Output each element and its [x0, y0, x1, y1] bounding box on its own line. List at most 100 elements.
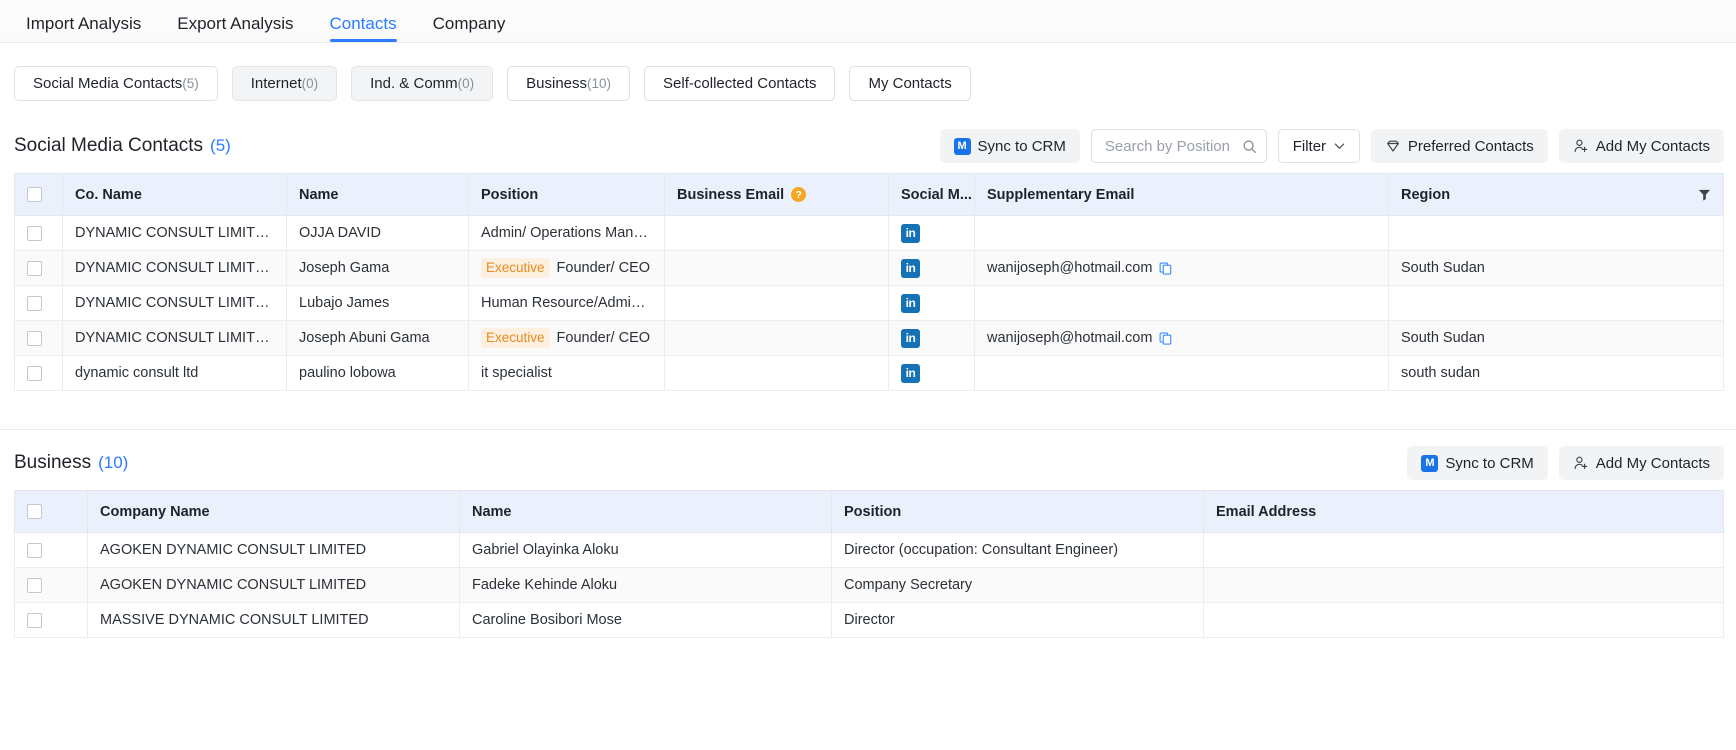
table-row[interactable]: DYNAMIC CONSULT LIMITED Joseph Abuni Gam…	[14, 320, 1724, 356]
cell-name: Fadeke Kehinde Aloku	[459, 567, 832, 603]
chip-label: Internet	[250, 75, 302, 92]
cell-supplementary-email	[974, 215, 1389, 251]
business-sync-to-crm-button[interactable]: M Sync to CRM	[1407, 446, 1548, 480]
chip-label: Business	[526, 75, 588, 92]
row-select-cell	[14, 320, 63, 356]
position-text: Founder/ CEO	[556, 330, 651, 346]
cell-company: AGOKEN DYNAMIC CONSULT LIMITED	[87, 532, 460, 568]
email-text: wanijoseph@hotmail.com	[987, 330, 1153, 346]
table-row[interactable]: DYNAMIC CONSULT LIMITED Joseph Gama Exec…	[14, 250, 1724, 286]
nav-item-contacts[interactable]: Contacts	[312, 15, 415, 42]
table-row[interactable]: MASSIVE DYNAMIC CONSULT LIMITED Caroline…	[14, 602, 1724, 638]
nav-label: Contacts	[329, 14, 397, 33]
cell-position: it specialist	[468, 355, 665, 391]
cell-social: in	[888, 355, 975, 391]
cell-position: Company Secretary	[831, 567, 1204, 603]
table-row[interactable]: dynamic consult ltd paulino lobowa it sp…	[14, 355, 1724, 391]
chip-internet[interactable]: Internet (0)	[231, 66, 338, 101]
table-row[interactable]: DYNAMIC CONSULT LIMITED OJJA DAVID Admin…	[14, 215, 1724, 251]
select-all-checkbox[interactable]	[27, 504, 42, 520]
chip-count: (0)	[457, 76, 475, 91]
select-all-checkbox[interactable]	[27, 187, 42, 203]
cell-email	[1203, 567, 1724, 603]
preferred-contacts-button[interactable]: Preferred Contacts	[1370, 129, 1548, 163]
table-row[interactable]: AGOKEN DYNAMIC CONSULT LIMITED Fadeke Ke…	[14, 567, 1724, 603]
cell-business-email	[664, 250, 889, 286]
filter-dropdown[interactable]: Filter	[1277, 129, 1360, 163]
position-search-box[interactable]	[1090, 129, 1267, 163]
linkedin-icon[interactable]: in	[901, 223, 920, 243]
chip-my-contacts[interactable]: My Contacts	[849, 66, 971, 101]
social-sync-to-crm-button[interactable]: M Sync to CRM	[939, 129, 1080, 163]
col-label: Name	[472, 503, 512, 520]
social-section-title: Social Media Contacts	[14, 135, 204, 156]
row-checkbox[interactable]	[27, 577, 42, 593]
social-table-wrap: Co. Name Name Position Business Email? S…	[0, 173, 1736, 391]
cell-supplementary-email: wanijoseph@hotmail.com	[974, 250, 1389, 286]
question-icon[interactable]: ?	[791, 187, 807, 203]
chip-self-collected-contacts[interactable]: Self-collected Contacts	[644, 66, 836, 101]
copy-icon[interactable]	[1159, 332, 1172, 345]
business-add-my-contacts-button[interactable]: Add My Contacts	[1558, 446, 1724, 480]
nav-item-export-analysis[interactable]: Export Analysis	[159, 15, 311, 42]
table-row[interactable]: AGOKEN DYNAMIC CONSULT LIMITED Gabriel O…	[14, 532, 1724, 568]
select-all-header	[14, 173, 63, 216]
cell-name: Joseph Abuni Gama	[286, 320, 469, 356]
cell-business-email	[664, 355, 889, 391]
main-navigation: Import Analysis Export Analysis Contacts…	[0, 0, 1736, 43]
cell-position: Executive Founder/ CEO	[468, 320, 665, 356]
cell-supplementary-email	[974, 285, 1389, 321]
select-all-header	[14, 490, 88, 533]
copy-icon[interactable]	[1159, 262, 1172, 275]
nav-item-import-analysis[interactable]: Import Analysis	[8, 15, 159, 42]
section-divider	[0, 429, 1736, 430]
social-contacts-table: Co. Name Name Position Business Email? S…	[14, 173, 1724, 391]
cell-business-email	[664, 320, 889, 356]
row-select-cell	[14, 602, 88, 638]
search-icon[interactable]	[1242, 139, 1257, 154]
cell-business-email	[664, 285, 889, 321]
col-company-name: Company Name	[87, 490, 460, 533]
table-row[interactable]: DYNAMIC CONSULT LIMITED Lubajo James Hum…	[14, 285, 1724, 321]
cell-email	[1203, 602, 1724, 638]
social-section-count: (5)	[210, 136, 231, 155]
row-checkbox[interactable]	[27, 612, 42, 628]
row-checkbox[interactable]	[27, 295, 42, 311]
col-label: Region	[1401, 186, 1451, 203]
row-select-cell	[14, 285, 63, 321]
social-sync-label: Sync to CRM	[977, 137, 1066, 155]
col-label: Company Name	[100, 503, 210, 520]
chip-business[interactable]: Business (10)	[507, 66, 631, 101]
chip-ind-and-comm[interactable]: Ind. & Comm (0)	[351, 66, 494, 101]
linkedin-icon[interactable]: in	[901, 293, 920, 313]
chip-social-media-contacts[interactable]: Social Media Contacts (5)	[14, 66, 218, 101]
search-input[interactable]	[1102, 136, 1242, 156]
linkedin-icon[interactable]: in	[901, 363, 920, 383]
chip-count: (10)	[587, 76, 612, 91]
linkedin-icon[interactable]: in	[901, 328, 920, 348]
funnel-icon[interactable]	[1698, 188, 1711, 201]
cell-region	[1388, 285, 1724, 321]
row-checkbox[interactable]	[27, 365, 42, 381]
col-label: Position	[844, 503, 902, 520]
cell-region	[1388, 215, 1724, 251]
chip-count: (5)	[182, 76, 199, 91]
row-checkbox[interactable]	[27, 260, 42, 276]
chip-label: Social Media Contacts	[33, 75, 183, 92]
col-label: Co. Name	[75, 186, 142, 203]
social-section-header: Social Media Contacts (5) M Sync to CRM …	[0, 127, 1736, 165]
business-section-count: (10)	[98, 453, 129, 472]
row-checkbox[interactable]	[27, 330, 42, 346]
col-co-name: Co. Name	[62, 173, 287, 216]
chevron-down-icon	[1334, 142, 1345, 150]
cell-company: DYNAMIC CONSULT LIMITED	[62, 320, 287, 356]
row-checkbox[interactable]	[27, 542, 42, 558]
nav-item-company[interactable]: Company	[415, 15, 524, 42]
crm-icon: M	[953, 137, 971, 155]
row-select-cell	[14, 567, 88, 603]
add-user-icon	[1573, 138, 1589, 154]
cell-region: South Sudan	[1388, 250, 1724, 286]
social-add-my-contacts-button[interactable]: Add My Contacts	[1558, 129, 1724, 163]
linkedin-icon[interactable]: in	[901, 258, 920, 278]
row-checkbox[interactable]	[27, 225, 42, 241]
